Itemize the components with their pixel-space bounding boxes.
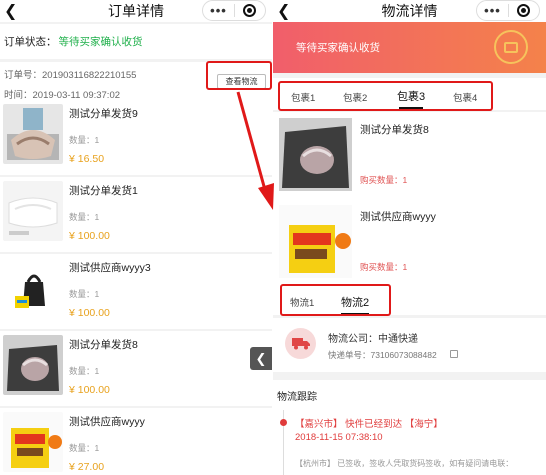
order-item-list: 测试分单发货9 数量：1 ¥ 16.50 测试分单发货1 数量：1 ¥ 100.… <box>0 100 272 475</box>
product-name: 测试分单发货8 <box>360 124 429 136</box>
screenshot-root: ❮ 订单详情 ••• 订单状态： 等待买家确认收货 订单号：2019031168… <box>0 0 546 475</box>
annotation-highlight-box <box>206 61 272 90</box>
page-title: 物流详情 <box>381 3 438 19</box>
courier-info: 物流公司：中通快递 快递单号：73106073088482 <box>273 318 546 372</box>
product-name: 测试分单发货1 <box>69 185 138 197</box>
more-dots-icon[interactable]: ••• <box>477 2 508 20</box>
target-icon[interactable] <box>235 4 265 17</box>
timeline-dot <box>280 419 287 426</box>
order-status-row: 订单状态： 等待买家确认收货 <box>0 24 272 59</box>
product-price: ¥ 100.00 <box>69 384 110 396</box>
order-item[interactable]: 测试供应商wyyy3 数量：1 ¥ 100.00 <box>0 254 272 329</box>
product-price: ¥ 16.50 <box>69 153 105 165</box>
product-image <box>3 104 63 164</box>
mini-program-capsule: ••• <box>202 0 266 21</box>
product-qty: 购买数量：1 <box>360 175 408 185</box>
annotation-highlight-box <box>278 81 493 111</box>
order-item[interactable]: 测试分单发货9 数量：1 ¥ 16.50 <box>0 100 272 175</box>
order-item[interactable]: 测试分单发货8 数量：1 ¥ 100.00 <box>0 331 272 406</box>
product-name: 测试供应商wyyy <box>69 416 145 428</box>
banner-status-text: 等待买家确认收货 <box>296 42 380 54</box>
product-qty: 数量：1 <box>69 289 100 299</box>
product-name: 测试分单发货9 <box>69 108 138 120</box>
annotation-highlight-box <box>280 284 391 316</box>
delivery-stamp-icon <box>494 30 528 64</box>
nav-bar: ❮ 订单详情 ••• <box>0 0 272 22</box>
product-qty: 数量：1 <box>69 212 100 222</box>
page-title: 订单详情 <box>108 3 164 19</box>
back-chevron-left-icon[interactable]: ❮ <box>4 1 17 21</box>
product-image <box>279 118 352 191</box>
tracking-event-text: 【杭州市】 已签收，签收人凭取货码签收，如有疑问请电联： <box>295 459 514 468</box>
product-image <box>3 181 63 241</box>
status-banner: ❮ 物流详情 ••• 等待买家确认收货 <box>273 0 546 73</box>
tracking-timeline: 物流跟踪 【嘉兴市】 快件已经到达 【海宁】 2018-11-15 07:38:… <box>273 380 546 475</box>
product-qty: 数量：1 <box>69 135 100 145</box>
tracking-event-time: 2018-11-15 07:38:10 <box>295 432 383 443</box>
tracking-event-text: 【嘉兴市】 快件已经到达 【海宁】 <box>295 419 443 430</box>
target-icon[interactable] <box>509 4 539 17</box>
product-image <box>279 205 352 278</box>
product-price: ¥ 100.00 <box>69 307 110 319</box>
product-image <box>3 412 63 472</box>
product-price: ¥ 27.00 <box>69 461 105 473</box>
tracking-header: 物流跟踪 <box>277 392 317 403</box>
order-item[interactable]: 测试分单发货1 数量：1 ¥ 100.00 <box>0 177 272 252</box>
more-dots-icon[interactable]: ••• <box>203 2 234 20</box>
product-image <box>3 335 63 395</box>
product-qty: 购买数量：1 <box>360 262 408 272</box>
product-name: 测试供应商wyyy3 <box>69 262 151 274</box>
order-status-value: 等待买家确认收货 <box>58 36 143 48</box>
copy-icon[interactable] <box>450 350 458 358</box>
courier-company: 物流公司：中通快递 <box>328 334 418 345</box>
product-name: 测试供应商wyyy <box>360 211 436 223</box>
order-number: 订单号：201903116822210155 <box>4 70 137 81</box>
tracking-number: 快递单号：73106073088482 <box>328 350 437 360</box>
product-qty: 数量：1 <box>69 443 100 453</box>
product-qty: 数量：1 <box>69 366 100 376</box>
package-product[interactable]: 测试供应商wyyy 购买数量：1 <box>273 199 546 286</box>
product-name: 测试分单发货8 <box>69 339 138 351</box>
order-time: 时间：2019-03-11 09:37:02 <box>4 90 121 101</box>
mini-program-capsule: ••• <box>476 0 540 21</box>
package-product[interactable]: 测试分单发货8 购买数量：1 <box>273 112 546 199</box>
order-status-label: 订单状态： <box>4 36 57 48</box>
nav-bar: ❮ 物流详情 ••• <box>273 0 546 22</box>
order-item[interactable]: 测试供应商wyyy 数量：1 ¥ 27.00 <box>0 408 272 475</box>
product-image <box>3 258 63 318</box>
product-price: ¥ 100.00 <box>69 230 110 242</box>
back-chevron-left-icon[interactable]: ❮ <box>277 1 290 21</box>
truck-icon <box>285 328 316 359</box>
logistics-detail-page: ❮ 物流详情 ••• 等待买家确认收货 包裹1 包裹2 包裹3 包裹4 测试分单… <box>273 0 546 475</box>
collapse-chevron-left-icon[interactable]: ❮ <box>250 347 272 370</box>
